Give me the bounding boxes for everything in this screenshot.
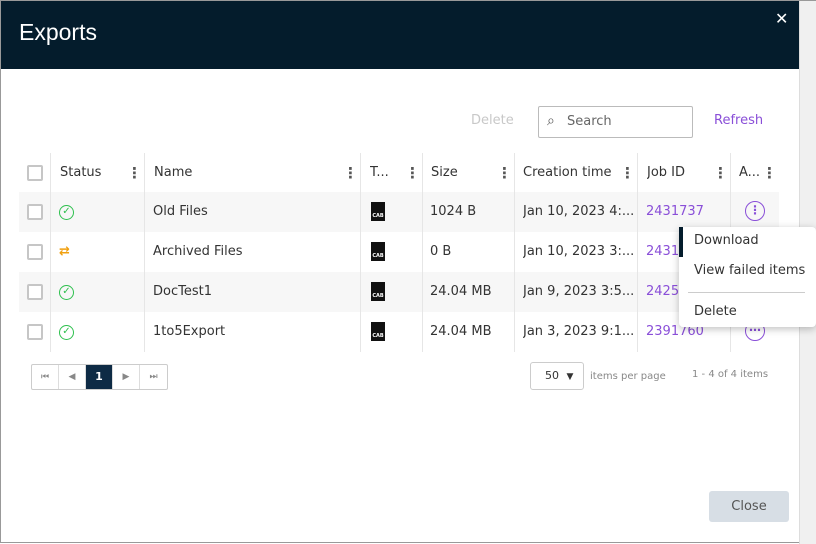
row-name: 1to5Export (153, 324, 226, 339)
chevron-down-icon: ▼ (566, 372, 574, 382)
column-creation-time[interactable]: Creation time (523, 153, 612, 193)
menu-active-indicator (679, 227, 683, 257)
column-divider (144, 153, 145, 352)
row-name: Archived Files (153, 244, 243, 259)
column-divider (637, 153, 638, 352)
table-row[interactable]: ✓ 1to5Export CAB 24.04 MB Jan 3, 2023 9:… (19, 312, 779, 352)
column-size[interactable]: Size (431, 153, 458, 193)
row-checkbox[interactable] (27, 324, 43, 340)
items-count: 1 - 4 of 4 items (692, 369, 769, 380)
table-row[interactable]: ✓ DocTest1 CAB 24.04 MB Jan 9, 2023 3:5.… (19, 272, 779, 312)
row-creation-time: Jan 10, 2023 4:... (523, 204, 635, 219)
column-menu-icon[interactable]: ⋮ (497, 153, 512, 193)
column-divider (422, 153, 423, 352)
cab-file-icon: CAB (371, 242, 385, 261)
table-row[interactable]: ✓ Old Files CAB 1024 B Jan 10, 2023 4:..… (19, 192, 779, 232)
column-menu-icon[interactable]: ⋮ (405, 153, 420, 193)
items-per-page-label: items per page (590, 371, 666, 382)
last-page-button[interactable]: ⏭ (140, 365, 167, 389)
table-header: Status ⋮ Name ⋮ T... ⋮ Size ⋮ Creation t… (19, 153, 779, 193)
column-type[interactable]: T... (370, 153, 389, 193)
row-creation-time: Jan 3, 2023 9:1... (523, 324, 635, 339)
menu-item-view-failed-items[interactable]: View failed items (694, 263, 805, 278)
row-size: 1024 B (430, 204, 477, 219)
row-creation-time: Jan 10, 2023 3:... (523, 244, 635, 259)
cab-file-icon: CAB (371, 282, 385, 301)
job-id-link[interactable]: 2431737 (646, 192, 704, 232)
dialog-header: Exports ✕ (1, 1, 799, 69)
job-id-link[interactable]: 2425 (646, 272, 679, 312)
next-page-button[interactable]: ▶ (113, 365, 140, 389)
prev-page-button[interactable]: ◀ (59, 365, 86, 389)
column-menu-icon[interactable]: ⋮ (762, 153, 777, 193)
column-menu-icon[interactable]: ⋮ (127, 153, 142, 193)
row-actions-button[interactable]: ⋮ (745, 201, 765, 221)
row-creation-time: Jan 9, 2023 3:5... (523, 284, 635, 299)
column-menu-icon[interactable]: ⋮ (620, 153, 635, 193)
column-name[interactable]: Name (154, 153, 192, 193)
cab-file-icon: CAB (371, 322, 385, 341)
row-name: DocTest1 (153, 284, 212, 299)
success-icon: ✓ (59, 285, 74, 300)
in-progress-icon: ⇄ (59, 244, 70, 259)
success-icon: ✓ (59, 205, 74, 220)
column-menu-icon[interactable]: ⋮ (713, 153, 728, 193)
menu-item-download[interactable]: Download (694, 233, 759, 248)
column-status[interactable]: Status (60, 153, 101, 193)
first-page-button[interactable]: ⏮ (32, 365, 59, 389)
row-checkbox[interactable] (27, 244, 43, 260)
column-divider (360, 153, 361, 352)
close-button[interactable]: Close (709, 491, 789, 522)
search-icon: ⌕ (547, 113, 555, 129)
menu-item-delete[interactable]: Delete (694, 304, 737, 319)
page-size-value: 50 (545, 369, 559, 382)
select-all-checkbox[interactable] (27, 165, 43, 181)
cab-file-icon: CAB (371, 202, 385, 221)
menu-divider (688, 292, 805, 293)
row-actions-menu: Download View failed items Delete (679, 227, 816, 327)
column-job-id[interactable]: Job ID (647, 153, 685, 193)
row-checkbox[interactable] (27, 284, 43, 300)
success-icon: ✓ (59, 325, 74, 340)
row-size: 24.04 MB (430, 324, 492, 339)
column-divider (514, 153, 515, 352)
pagination: ⏮ ◀ 1 ▶ ⏭ (31, 364, 168, 390)
search-placeholder: Search (567, 114, 612, 129)
row-size: 0 B (430, 244, 452, 259)
search-input[interactable]: ⌕ Search (538, 106, 693, 138)
close-icon[interactable]: ✕ (775, 9, 788, 28)
column-menu-icon[interactable]: ⋮ (343, 153, 358, 193)
page-button-current[interactable]: 1 (86, 365, 113, 389)
delete-button[interactable]: Delete (471, 113, 514, 128)
row-name: Old Files (153, 204, 208, 219)
row-checkbox[interactable] (27, 204, 43, 220)
page-size-select[interactable]: 50 ▼ (530, 362, 584, 390)
refresh-button[interactable]: Refresh (714, 113, 763, 128)
column-actions[interactable]: A... (739, 153, 760, 193)
row-size: 24.04 MB (430, 284, 492, 299)
dialog-title: Exports (19, 19, 97, 45)
table-row[interactable]: ⇄ Archived Files CAB 0 B Jan 10, 2023 3:… (19, 232, 779, 272)
column-divider (50, 153, 51, 352)
